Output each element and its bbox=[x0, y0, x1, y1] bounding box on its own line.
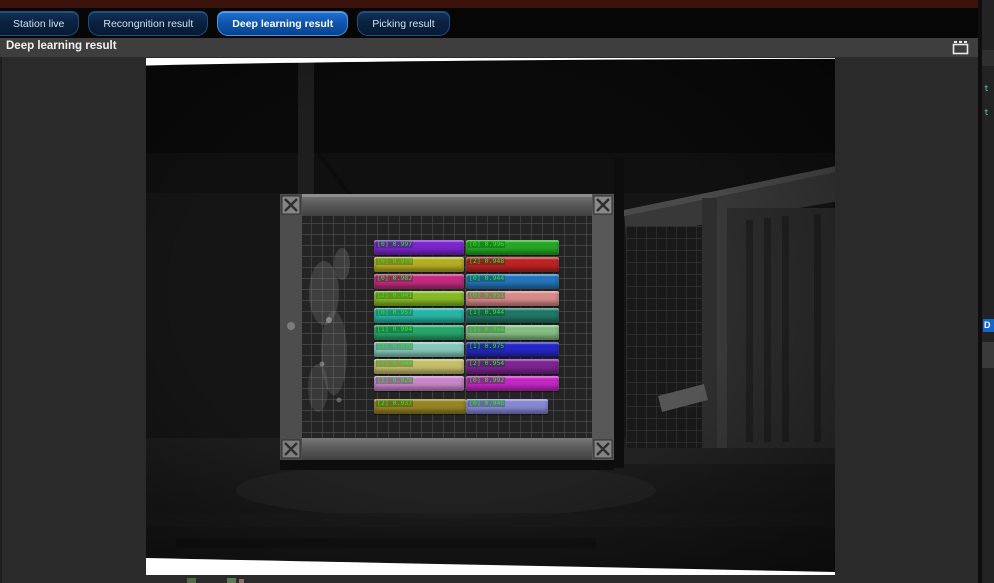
detection-box: [0] 0.996 bbox=[466, 240, 559, 255]
detection-box: [0] 0.951 bbox=[466, 291, 559, 306]
detection-confidence-label: [0] 0.951 bbox=[468, 292, 505, 299]
detection-box: [0] 0.957 bbox=[374, 308, 464, 323]
clipped-content-fragment bbox=[239, 579, 244, 583]
detection-box: [2] 0.954 bbox=[466, 359, 559, 374]
detection-confidence-label: [2] 0.937 bbox=[376, 400, 413, 407]
detection-confidence-label: [2] 0.948 bbox=[468, 258, 505, 265]
detection-confidence-label: [0] 0.982 bbox=[376, 275, 413, 282]
right-panel-label-fragment: t bbox=[984, 108, 994, 117]
detection-confidence-label: [1] 0.958 bbox=[468, 326, 505, 333]
detection-box: [2] 0.948 bbox=[466, 257, 559, 272]
right-edge-panel: t t D bbox=[978, 0, 994, 583]
detection-box: [0] 0.997 bbox=[374, 240, 464, 255]
result-view-panel: [0] 0.997 [0] 0.996 [0] 0.979 [2] 0.948 [0] … bbox=[0, 57, 978, 583]
detection-layer: [0] 0.997 [0] 0.996 [0] 0.979 [2] 0.948 [0] … bbox=[146, 58, 835, 575]
detection-confidence-label: [2] 0.954 bbox=[468, 360, 505, 367]
detection-confidence-label: [1] 0.994 bbox=[376, 326, 413, 333]
detection-box: [1] 0.944 bbox=[466, 308, 559, 323]
detection-box: [0] 0.944 bbox=[466, 274, 559, 289]
clipped-content-fragment bbox=[227, 578, 236, 583]
clipped-content-fragment bbox=[187, 578, 196, 583]
tab-recongnition-result[interactable]: Recongnition result bbox=[88, 11, 208, 36]
tab-bar: Station live Recongnition result Deep lear… bbox=[0, 8, 978, 38]
camera-image: [0] 0.997 [0] 0.996 [0] 0.979 [2] 0.948 [0] … bbox=[146, 58, 835, 575]
tab-picking-result[interactable]: Picking result bbox=[357, 11, 449, 36]
app-window: Station live Recongnition result Deep lear… bbox=[0, 0, 994, 583]
detection-box: [0] 0.992 bbox=[466, 376, 559, 391]
detection-confidence-label: [1] 0.944 bbox=[468, 309, 505, 316]
detection-box: [2] 0.941 bbox=[374, 291, 464, 306]
window-icon[interactable] bbox=[952, 41, 970, 55]
right-panel-active-tab-fragment[interactable]: D bbox=[983, 319, 994, 332]
detection-confidence-label: [1] 0.948 bbox=[376, 360, 413, 367]
detection-confidence-label: [0] 0.957 bbox=[376, 309, 413, 316]
detection-confidence-label: [2] 0.979 bbox=[376, 343, 413, 350]
panel-title: Deep learning result bbox=[6, 40, 117, 52]
detection-confidence-label: [2] 0.941 bbox=[376, 292, 413, 299]
detection-box: [0] 0.946 bbox=[466, 399, 548, 414]
panel-header: Deep learning result bbox=[0, 38, 978, 57]
detection-box: [1] 0.928 bbox=[374, 376, 464, 391]
detection-box: [0] 0.982 bbox=[374, 274, 464, 289]
detection-box: [1] 0.994 bbox=[374, 325, 464, 340]
detection-confidence-label: [0] 0.946 bbox=[468, 400, 505, 407]
right-panel-row bbox=[982, 50, 994, 66]
detection-box: [2] 0.979 bbox=[374, 342, 464, 357]
tab-station-live[interactable]: Station live bbox=[0, 11, 79, 36]
detection-confidence-label: [0] 0.992 bbox=[468, 377, 505, 384]
tab-deep-learning-result[interactable]: Deep learning result bbox=[217, 11, 348, 36]
detection-confidence-label: [1] 0.928 bbox=[376, 377, 413, 384]
detection-confidence-label: [0] 0.944 bbox=[468, 275, 505, 282]
right-panel-label-fragment: t bbox=[984, 84, 994, 93]
right-panel-row bbox=[982, 342, 994, 368]
detection-box: [0] 0.979 bbox=[374, 257, 464, 272]
detection-confidence-label: [0] 0.997 bbox=[376, 241, 413, 248]
right-panel-surface: t t D bbox=[982, 0, 994, 583]
detection-confidence-label: [0] 0.979 bbox=[376, 258, 413, 265]
detection-box: [2] 0.937 bbox=[374, 399, 466, 414]
detection-box: [1] 0.958 bbox=[466, 325, 559, 340]
detection-box: [1] 0.948 bbox=[374, 359, 464, 374]
detection-box: [1] 0.975 bbox=[466, 342, 559, 357]
detection-confidence-label: [0] 0.996 bbox=[468, 241, 505, 248]
detection-confidence-label: [1] 0.975 bbox=[468, 343, 505, 350]
